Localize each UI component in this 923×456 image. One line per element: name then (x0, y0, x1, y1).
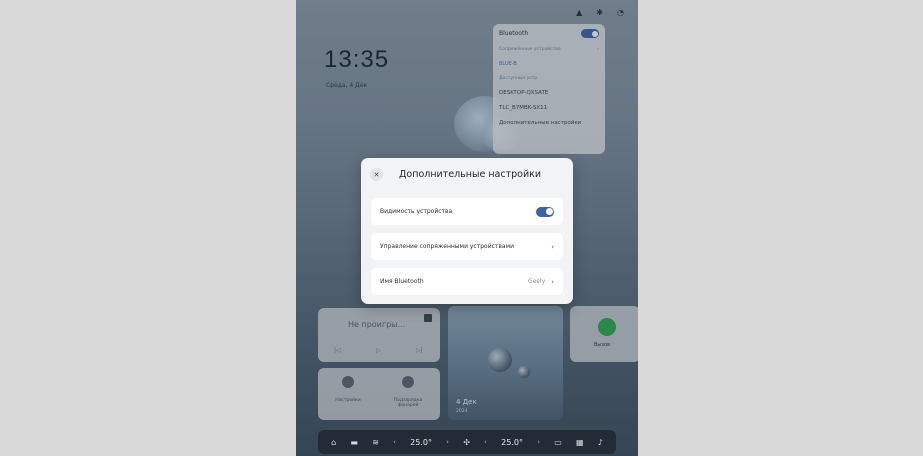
option-bluetooth-name[interactable]: Имя Bluetooth Geely › (371, 268, 563, 295)
option-manage-paired[interactable]: Управление сопряженными устройствами › (371, 233, 563, 260)
visibility-toggle[interactable] (536, 206, 554, 217)
option-label: Управление сопряженными устройствами (380, 243, 515, 250)
option-label: Имя Bluetooth (380, 278, 424, 285)
chevron-right-icon: › (551, 242, 554, 251)
temp-left-increase-icon[interactable]: › (446, 438, 449, 446)
temp-right-increase-icon[interactable]: › (537, 438, 540, 446)
defrost-icon[interactable]: ▭ (554, 438, 562, 447)
home-icon[interactable]: ⌂ (331, 438, 336, 447)
left-temperature[interactable]: 25.0° (410, 438, 432, 447)
right-temperature[interactable]: 25.0° (501, 438, 523, 447)
close-icon: ✕ (373, 170, 380, 179)
close-button[interactable]: ✕ (370, 168, 383, 181)
option-value-group: Geely › (528, 278, 554, 286)
apps-grid-icon[interactable]: ▦ (576, 438, 584, 447)
seat-heat-icon[interactable]: ≋ (372, 438, 379, 447)
car-icon[interactable]: ▬ (350, 438, 358, 447)
music-note-icon[interactable]: ♪ (598, 438, 603, 447)
temp-right-decrease-icon[interactable]: ‹ (484, 438, 487, 446)
temp-left-decrease-icon[interactable]: ‹ (393, 438, 396, 446)
advanced-settings-dialog: ✕ Дополнительные настройки Видимость уст… (361, 158, 573, 304)
option-label: Видимость устройства (380, 208, 453, 215)
infotainment-screen: ▲ ✱ ◔ 13:35 Среда, 4 Дек Bluetooth Сопря… (296, 0, 638, 456)
desktop-background: ▲ ✱ ◔ 13:35 Среда, 4 Дек Bluetooth Сопря… (0, 0, 923, 456)
bluetooth-name-value: Geely (527, 278, 546, 285)
option-device-visibility[interactable]: Видимость устройства (371, 198, 563, 225)
dialog-title: Дополнительные настройки (399, 169, 542, 180)
bottom-dock: ⌂ ▬ ≋ ‹ 25.0° › ✣ ‹ 25.0° › ▭ ▦ ♪ (318, 430, 616, 454)
chevron-right-icon: › (551, 277, 554, 286)
fan-icon[interactable]: ✣ (463, 438, 470, 447)
